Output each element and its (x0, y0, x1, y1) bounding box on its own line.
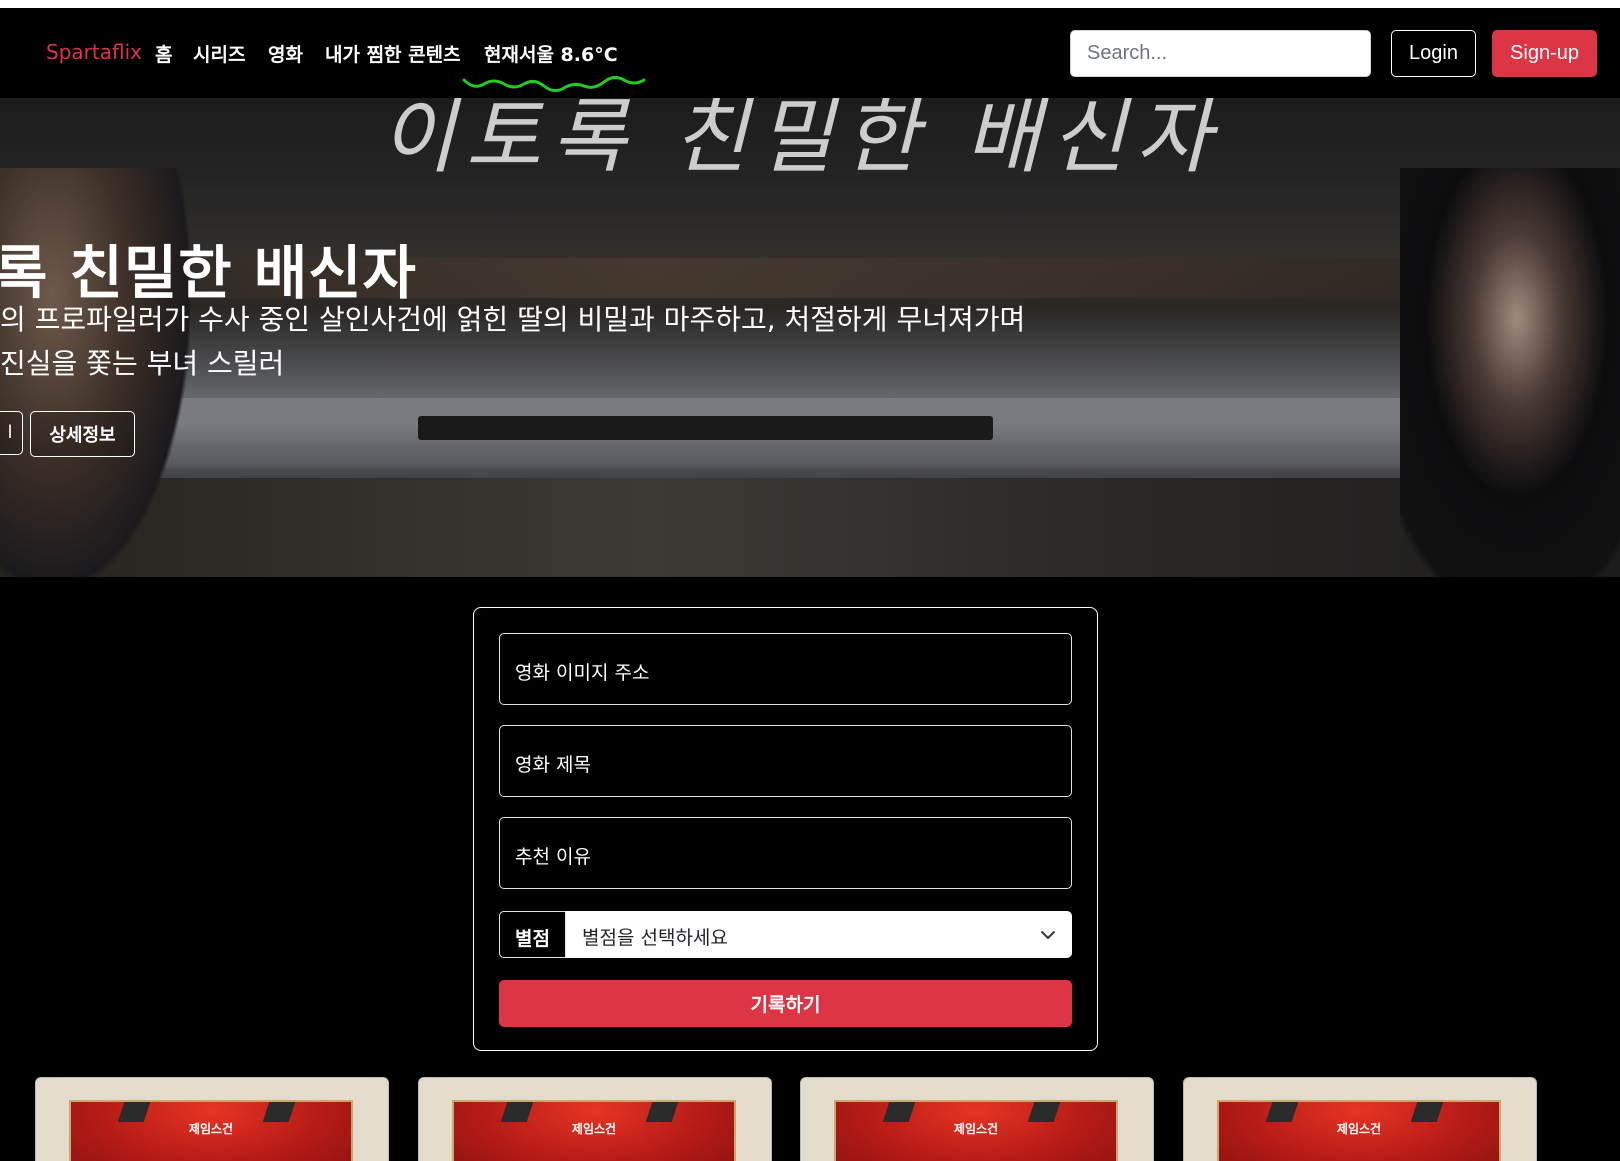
rating-select-value: 별점을 선택하세요 (582, 927, 728, 949)
signup-button[interactable]: Sign-up (1492, 30, 1597, 77)
top-strip (0, 0, 1620, 8)
search-input[interactable] (1070, 30, 1371, 77)
poster-figure (1410, 1102, 1444, 1122)
nav-item-home[interactable]: 홈 (155, 40, 172, 67)
submit-record-button[interactable]: 기록하기 (499, 980, 1072, 1027)
movie-poster: 제임스건 (1217, 1100, 1501, 1161)
poster-figure (500, 1102, 534, 1122)
hero-description-line1: 의 프로파일러가 수사 중인 살인사건에 얽힌 딸의 비밀과 마주하고, 처절하… (0, 303, 1026, 336)
hero-script-logo: 이토록 친밀한 배신자 (380, 98, 1222, 185)
detail-info-button[interactable]: 상세정보 (30, 411, 135, 457)
poster-figure (1027, 1102, 1061, 1122)
image-url-label: 영화 이미지 주소 (515, 662, 650, 684)
poster-figure (645, 1102, 679, 1122)
poster-title: 제임스건 (571, 1122, 617, 1136)
movie-poster: 제임스건 (834, 1100, 1118, 1161)
movie-record-form: 영화 이미지 주소 영화 제목 추천 이유 별점 별점을 선택하세요 기록하기 (473, 607, 1098, 1051)
movie-title-label: 영화 제목 (515, 754, 591, 776)
nav-item-movies[interactable]: 영화 (268, 40, 303, 67)
poster-figure (262, 1102, 296, 1122)
poster-title: 제임스건 (188, 1122, 234, 1136)
movie-card[interactable]: 제임스건 (800, 1077, 1154, 1161)
hero-figure-woman (1400, 168, 1620, 577)
hero-description-line2: 진실을 쫓는 부녀 스릴러 (0, 347, 285, 380)
movie-title-field[interactable]: 영화 제목 (499, 725, 1072, 797)
nav-item-my-list[interactable]: 내가 찜한 콘텐츠 (325, 40, 461, 67)
image-url-field[interactable]: 영화 이미지 주소 (499, 633, 1072, 705)
brand-logo[interactable]: Spartaflix (46, 40, 142, 64)
weather-text: 현재서울 8.6°C (484, 44, 618, 66)
poster-figure (882, 1102, 916, 1122)
hero-banner: 이토록 친밀한 배신자 록 친밀한 배신자 의 프로파일러가 수사 중인 살인사… (0, 98, 1620, 577)
movie-card[interactable]: 제임스건 (35, 1077, 389, 1161)
movie-card[interactable]: 제임스건 (418, 1077, 772, 1161)
movie-poster: 제임스건 (452, 1100, 736, 1161)
hero-description: 의 프로파일러가 수사 중인 살인사건에 얽힌 딸의 비밀과 마주하고, 처절하… (0, 298, 1100, 386)
hero-bg-bottom (0, 478, 1620, 577)
reason-field[interactable]: 추천 이유 (499, 817, 1072, 889)
play-button[interactable]: l (0, 411, 23, 455)
poster-figure (117, 1102, 151, 1122)
annotation-squiggle (462, 75, 646, 93)
hero-bg-sink (418, 416, 993, 440)
movie-card[interactable]: 제임스건 (1183, 1077, 1537, 1161)
rating-label: 별점 (515, 928, 550, 950)
poster-title: 제임스건 (1336, 1122, 1382, 1136)
navbar: Spartaflix 홈 시리즈 영화 내가 찜한 콘텐츠 현재서울 8.6°C… (0, 8, 1620, 98)
poster-figure (1265, 1102, 1299, 1122)
chevron-down-icon (1041, 931, 1055, 939)
rating-select[interactable]: 별점 별점을 선택하세요 (499, 911, 1072, 958)
reason-label: 추천 이유 (515, 846, 591, 868)
rating-label-box: 별점 (499, 911, 566, 958)
poster-title: 제임스건 (953, 1122, 999, 1136)
login-button[interactable]: Login (1391, 30, 1476, 77)
movie-poster: 제임스건 (69, 1100, 353, 1161)
play-button-label: l (8, 422, 12, 442)
nav-item-series[interactable]: 시리즈 (193, 40, 245, 67)
